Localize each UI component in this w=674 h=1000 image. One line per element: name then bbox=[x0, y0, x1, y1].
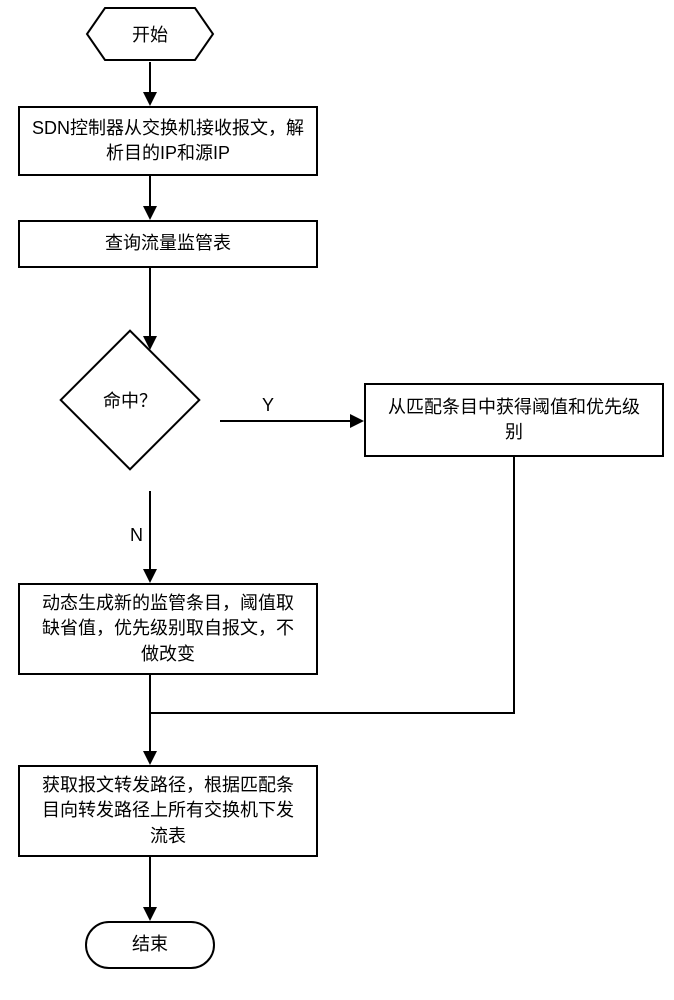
start-label: 开始 bbox=[85, 6, 215, 62]
arrow-final-end bbox=[149, 857, 151, 909]
arrow-head-start-step1 bbox=[143, 92, 157, 106]
arrow-head-final-end bbox=[143, 907, 157, 921]
arrow-head-decision-no bbox=[143, 569, 157, 583]
decision-text: 命中？ bbox=[103, 387, 157, 413]
arrow-decision-no-v bbox=[149, 491, 151, 571]
step-yes-text: 从匹配条目中获得阈值和优先级 别 bbox=[388, 395, 640, 445]
step-yes-node: 从匹配条目中获得阈值和优先级 别 bbox=[364, 383, 664, 457]
arrow-step1-step2 bbox=[149, 176, 151, 208]
arrow-head-step1-step2 bbox=[143, 206, 157, 220]
step-no-node: 动态生成新的监管条目，阈值取 缺省值，优先级别取自报文，不 做改变 bbox=[18, 583, 318, 675]
arrow-head-decision-yes bbox=[350, 414, 364, 428]
step-no-text: 动态生成新的监管条目，阈值取 缺省值，优先级别取自报文，不 做改变 bbox=[42, 591, 294, 667]
step1-text: SDN控制器从交换机接收报文，解 析目的IP和源IP bbox=[32, 116, 304, 166]
step-final-node: 获取报文转发路径，根据匹配条 目向转发路径上所有交换机下发 流表 bbox=[18, 765, 318, 857]
branch-no-label: N bbox=[130, 525, 143, 546]
arrow-no-down bbox=[149, 675, 151, 753]
step2-node: 查询流量监管表 bbox=[18, 220, 318, 268]
end-node: 结束 bbox=[85, 921, 215, 969]
step1-node: SDN控制器从交换机接收报文，解 析目的IP和源IP bbox=[18, 106, 318, 176]
arrow-decision-yes-h bbox=[220, 420, 352, 422]
arrow-start-step1 bbox=[149, 62, 151, 94]
step2-text: 查询流量监管表 bbox=[105, 231, 231, 256]
branch-yes-label: Y bbox=[262, 395, 274, 416]
end-text: 结束 bbox=[132, 932, 168, 957]
step-final-text: 获取报文转发路径，根据匹配条 目向转发路径上所有交换机下发 流表 bbox=[42, 773, 294, 849]
arrow-yes-merge-h bbox=[150, 712, 515, 714]
arrow-yes-down bbox=[513, 457, 515, 714]
decision-node: 命中？ bbox=[80, 350, 180, 450]
arrow-step2-decision bbox=[149, 268, 151, 338]
arrow-head-merge bbox=[143, 751, 157, 765]
